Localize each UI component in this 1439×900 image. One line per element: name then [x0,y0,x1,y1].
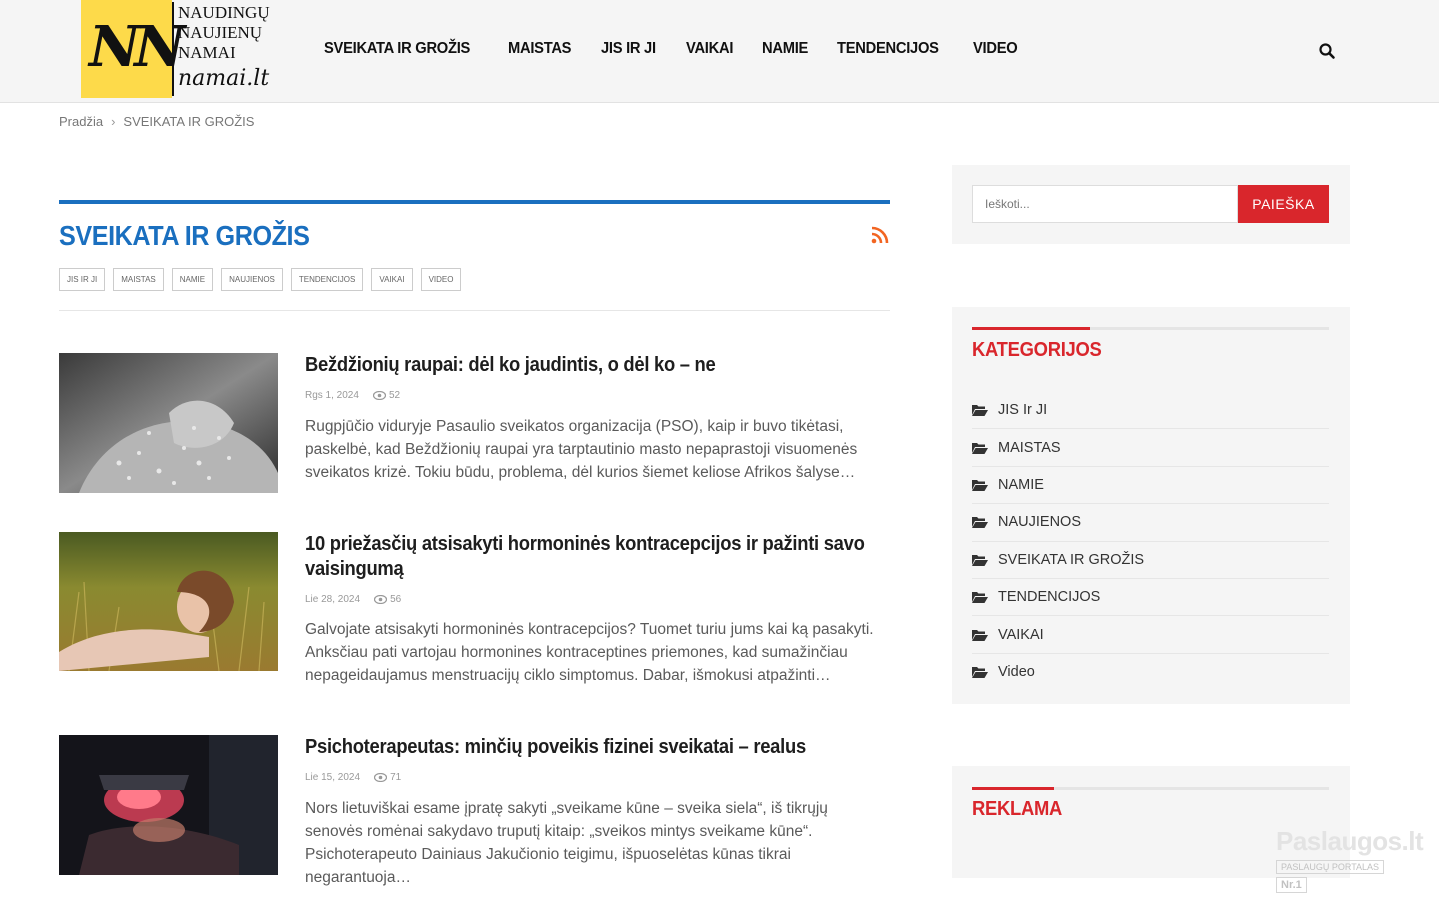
category-item-video[interactable]: Video [972,654,1329,691]
nav-item-video[interactable]: VIDEO [973,40,1018,58]
category-label: NAUJIENOS [998,514,1081,531]
logo-text: NAUDINGŲ NAUJIENŲ NAMAI [178,3,270,63]
chevron-right-icon: › [111,114,116,129]
category-label: JIS Ir JI [998,402,1048,419]
folder-open-icon [972,667,988,679]
page-title: SVEIKATA IR GROŽIS [59,220,310,251]
folder-open-icon [972,517,988,529]
post-date: Rgs 1, 2024 [305,390,359,401]
main-nav: SVEIKATA IR GROŽIS MAISTAS JIS IR JI VAI… [324,40,1046,58]
watermark-rank: Nr.1 [1276,877,1307,893]
post-title[interactable]: Psichoterapeutas: minčių poveikis fizine… [305,735,875,760]
category-item-namie[interactable]: NAMIE [972,467,1329,505]
post-view-count: 71 [390,772,402,783]
post-meta: Lie 15, 2024 71 [305,772,401,783]
ad-title: REKLAMA [972,798,1063,820]
folder-open-icon [972,629,988,641]
tag-vaikai[interactable]: VAIKAI [371,268,413,291]
tag-maistas[interactable]: MAISTAS [113,268,164,291]
folder-open-icon [972,479,988,491]
subcategory-tags: JIS IR JI MAISTAS NAMIE NAUJIENOS TENDEN… [59,268,462,291]
nav-item-maistas[interactable]: MAISTAS [508,40,571,58]
folder-open-icon [972,554,988,566]
logo-line: NAMAI [178,43,236,62]
category-item-tendencijos[interactable]: TENDENCIJOS [972,579,1329,617]
category-accent-bar [59,200,890,204]
post-meta: Lie 28, 2024 56 [305,594,401,605]
breadcrumb-current: SVEIKATA IR GROŽIS [123,114,255,129]
post-title[interactable]: 10 priežasčių atsisakyti hormoninės kont… [305,532,875,582]
tag-video[interactable]: VIDEO [420,268,462,291]
breadcrumb-home[interactable]: Pradžia [59,114,103,129]
widget-title-line [972,787,1329,790]
post-thumbnail[interactable] [59,735,278,875]
post-thumbnail[interactable] [59,532,278,671]
category-label: NAMIE [998,476,1044,493]
post-view-count: 56 [390,594,402,605]
post-title[interactable]: Beždžionių raupai: dėl ko jaudintis, o d… [305,353,875,378]
category-item-jis-ir-ji[interactable]: JIS Ir JI [972,392,1329,430]
category-label: TENDENCIJOS [998,589,1101,606]
folder-open-icon [972,405,988,417]
post-thumbnail[interactable] [59,353,278,493]
search-button[interactable]: PAIEŠKA [1238,185,1329,223]
logo-line: NAUDINGŲ [178,3,270,22]
category-label: VAIKAI [998,626,1044,643]
category-item-maistas[interactable]: MAISTAS [972,429,1329,467]
eye-icon [372,391,386,400]
logo-badge: NN [81,0,185,98]
tag-jis-ir-ji[interactable]: JIS IR JI [59,268,106,291]
post-date: Lie 15, 2024 [305,772,361,783]
post-date: Lie 28, 2024 [305,594,361,605]
category-list: JIS Ir JI MAISTAS NAMIE NAUJIENOS SVEIKA… [972,392,1329,691]
categories-title: KATEGORIJOS [972,339,1102,361]
watermark-logo: Paslaugos.lt [1276,826,1424,856]
nav-item-sveikata[interactable]: SVEIKATA IR GROŽIS [324,40,470,58]
post-views: 56 [374,594,401,605]
post-excerpt: Nors lietuviškai esame įpratę sakyti „sv… [305,800,828,886]
category-label: SVEIKATA IR GROŽIS [998,551,1145,568]
logo-monogram: NN [89,14,185,80]
logo-signature: namai.lt [178,66,270,91]
rss-icon[interactable] [871,226,889,244]
nav-item-vaikai[interactable]: VAIKAI [686,40,733,58]
category-item-naujienos[interactable]: NAUJIENOS [972,504,1329,542]
logo-divider [172,2,174,96]
section-divider [59,310,890,311]
folder-open-icon [972,442,988,454]
search-icon[interactable] [1318,42,1336,60]
eye-icon [374,595,388,604]
post-excerpt: Rugpjūčio viduryje Pasaulio sveikatos or… [305,418,858,481]
tag-tendencijos[interactable]: TENDENCIJOS [290,268,364,291]
post-view-count: 52 [388,390,401,401]
post-views: 52 [372,390,401,401]
tag-naujienos[interactable]: NAUJIENOS [221,268,283,291]
post-meta: Rgs 1, 2024 52 [305,390,400,401]
sidebar-search-widget: Ieškoti... PAIEŠKA [952,165,1350,244]
tag-namie[interactable]: NAMIE [171,268,214,291]
post-excerpt: Galvojate atsisakyti hormoninės kontrace… [305,621,874,684]
eye-icon [374,773,388,782]
nav-item-tendencijos[interactable]: TENDENCIJOS [837,40,939,58]
watermark: Paslaugos.lt PASLAUGŲ PORTALAS Nr.1 [1276,826,1424,893]
sidebar-categories-widget: KATEGORIJOS JIS Ir JI MAISTAS NAMIE NAUJ… [952,307,1350,704]
widget-title-line [972,327,1329,330]
category-item-vaikai[interactable]: VAIKAI [972,616,1329,654]
logo-line: NAUJIENŲ [178,23,263,42]
category-label: MAISTAS [998,439,1061,456]
sidebar-search-input[interactable]: Ieškoti... [972,185,1238,223]
nav-item-namie[interactable]: NAMIE [762,40,808,58]
post-views: 71 [374,772,401,783]
site-header: NN NAUDINGŲ NAUJIENŲ NAMAI namai.lt SVEI… [0,0,1439,103]
watermark-sub: PASLAUGŲ PORTALAS [1276,860,1385,874]
category-item-sveikata[interactable]: SVEIKATA IR GROŽIS [972,542,1329,579]
category-label: Video [998,664,1035,681]
breadcrumb: Pradžia › SVEIKATA IR GROŽIS [59,114,254,129]
site-logo[interactable]: NN NAUDINGŲ NAUJIENŲ NAMAI namai.lt [81,0,281,100]
folder-open-icon [972,592,988,604]
nav-item-jis-ir-ji[interactable]: JIS IR JI [601,40,656,58]
